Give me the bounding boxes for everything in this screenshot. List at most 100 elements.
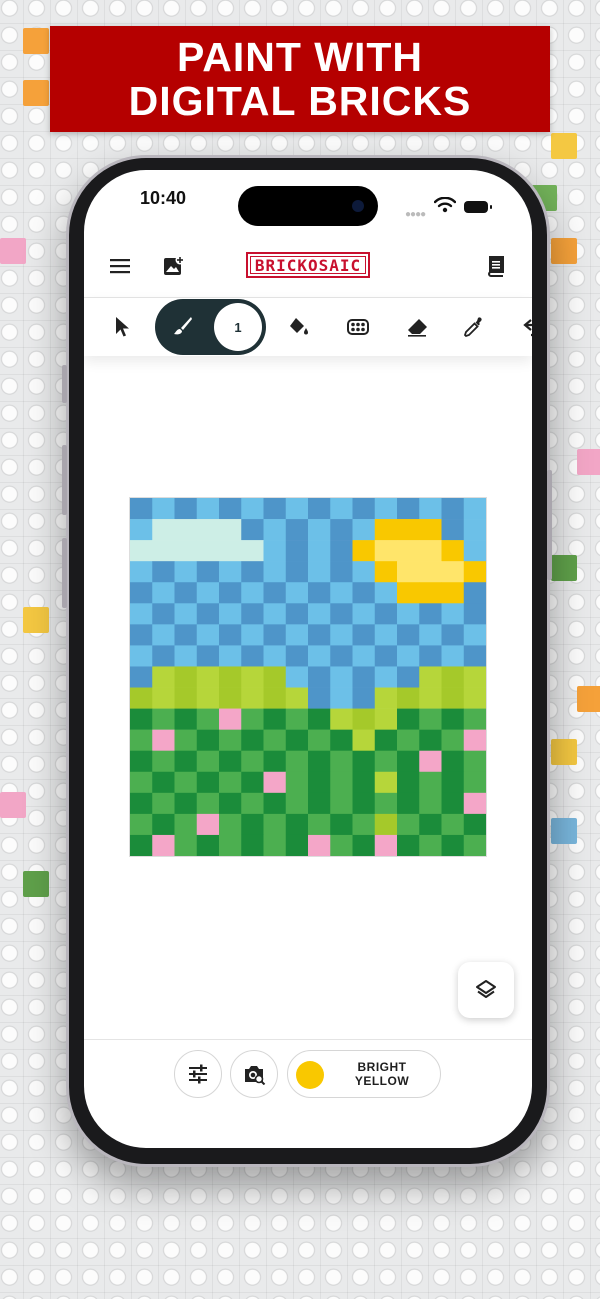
mosaic-cell[interactable] — [263, 561, 287, 583]
mosaic-cell[interactable] — [196, 687, 220, 709]
mosaic-cell[interactable] — [308, 603, 331, 625]
mosaic-cell[interactable] — [219, 729, 242, 752]
mosaic-cell[interactable] — [374, 687, 398, 709]
mosaic-cell[interactable] — [308, 624, 331, 646]
mosaic-cell[interactable] — [397, 687, 420, 709]
mosaic-cell[interactable] — [419, 666, 442, 688]
mosaic-cell[interactable] — [174, 750, 198, 773]
mosaic-cell[interactable] — [196, 603, 220, 625]
menu-button[interactable] — [104, 250, 136, 282]
mosaic-cell[interactable] — [241, 498, 264, 520]
mosaic-cell[interactable] — [330, 687, 353, 709]
mosaic-cell[interactable] — [196, 729, 220, 752]
eyedropper-tool[interactable] — [454, 298, 494, 356]
mosaic-cell[interactable] — [152, 582, 175, 604]
mosaic-cell[interactable] — [241, 624, 264, 646]
mosaic-cell[interactable] — [285, 561, 309, 583]
mosaic-cell[interactable] — [152, 708, 175, 730]
mosaic-cell[interactable] — [130, 645, 153, 667]
mosaic-cell[interactable] — [263, 498, 287, 520]
mosaic-cell[interactable] — [285, 750, 309, 773]
mosaic-cell[interactable] — [196, 519, 220, 541]
mosaic-cell[interactable] — [397, 771, 420, 794]
mosaic-cell[interactable] — [130, 582, 153, 604]
mosaic-cell[interactable] — [263, 729, 287, 752]
mosaic-cell[interactable] — [352, 624, 376, 646]
mosaic-cell[interactable] — [196, 561, 220, 583]
mosaic-cell[interactable] — [374, 498, 398, 520]
mosaic-cell[interactable] — [263, 708, 287, 730]
mosaic-cell[interactable] — [219, 540, 242, 562]
mosaic-cell[interactable] — [285, 729, 309, 752]
mosaic-cell[interactable] — [152, 750, 175, 773]
mosaic-cell[interactable] — [308, 792, 331, 815]
mosaic-cell[interactable] — [419, 792, 442, 815]
mosaic-cell[interactable] — [241, 834, 264, 856]
mosaic-cell[interactable] — [219, 603, 242, 625]
mosaic-cell[interactable] — [441, 687, 465, 709]
mosaic-cell[interactable] — [285, 708, 309, 730]
mosaic-cell[interactable] — [219, 687, 242, 709]
mosaic-cell[interactable] — [196, 645, 220, 667]
mosaic-cell[interactable] — [130, 603, 153, 625]
texture-tool[interactable] — [338, 298, 378, 356]
mosaic-cell[interactable] — [219, 624, 242, 646]
mosaic-cell[interactable] — [263, 750, 287, 773]
mosaic-cell[interactable] — [419, 519, 442, 541]
mosaic-cell[interactable] — [397, 624, 420, 646]
mosaic-cell[interactable] — [308, 519, 331, 541]
mosaic-cell[interactable] — [174, 603, 198, 625]
mosaic-cell[interactable] — [130, 834, 153, 856]
mosaic-cell[interactable] — [441, 792, 465, 815]
mosaic-cell[interactable] — [397, 792, 420, 815]
mosaic-cell[interactable] — [374, 834, 398, 856]
mosaic-cell[interactable] — [219, 645, 242, 667]
mosaic-cell[interactable] — [196, 624, 220, 646]
mosaic-cell[interactable] — [241, 582, 264, 604]
mosaic-cell[interactable] — [352, 834, 376, 856]
mosaic-cell[interactable] — [419, 729, 442, 752]
mosaic-cell[interactable] — [130, 771, 153, 794]
mosaic-cell[interactable] — [219, 666, 242, 688]
undo-tool[interactable] — [514, 298, 532, 356]
mosaic-cell[interactable] — [352, 561, 376, 583]
mosaic-cell[interactable] — [174, 666, 198, 688]
mosaic-cell[interactable] — [463, 792, 487, 815]
mosaic-cell[interactable] — [152, 792, 175, 815]
mosaic-cell[interactable] — [374, 561, 398, 583]
mosaic-cell[interactable] — [352, 687, 376, 709]
mosaic-cell[interactable] — [285, 498, 309, 520]
mosaic-cell[interactable] — [285, 540, 309, 562]
mosaic-cell[interactable] — [308, 750, 331, 773]
mosaic-cell[interactable] — [263, 813, 287, 836]
mosaic-cell[interactable] — [419, 498, 442, 520]
mosaic-cell[interactable] — [374, 624, 398, 646]
mosaic-cell[interactable] — [174, 687, 198, 709]
mosaic-cell[interactable] — [374, 708, 398, 730]
mosaic-cell[interactable] — [397, 519, 420, 541]
brush-tool[interactable] — [163, 298, 203, 354]
mosaic-cell[interactable] — [219, 519, 242, 541]
mosaic-cell[interactable] — [463, 729, 487, 752]
mosaic-cell[interactable] — [219, 582, 242, 604]
mosaic-cell[interactable] — [196, 708, 220, 730]
mosaic-cell[interactable] — [152, 687, 175, 709]
mosaic-cell[interactable] — [241, 645, 264, 667]
mosaic-canvas[interactable] — [129, 497, 487, 857]
mosaic-cell[interactable] — [397, 540, 420, 562]
mosaic-cell[interactable] — [330, 519, 353, 541]
mosaic-cell[interactable] — [130, 540, 153, 562]
mosaic-cell[interactable] — [219, 834, 242, 856]
mosaic-cell[interactable] — [174, 498, 198, 520]
mosaic-cell[interactable] — [441, 729, 465, 752]
mosaic-cell[interactable] — [308, 771, 331, 794]
mosaic-cell[interactable] — [174, 645, 198, 667]
mosaic-cell[interactable] — [308, 813, 331, 836]
mosaic-cell[interactable] — [330, 561, 353, 583]
mosaic-cell[interactable] — [352, 708, 376, 730]
mosaic-cell[interactable] — [241, 540, 264, 562]
mosaic-cell[interactable] — [308, 687, 331, 709]
mosaic-cell[interactable] — [241, 561, 264, 583]
brush-size-button[interactable]: 1 — [214, 303, 262, 351]
mosaic-cell[interactable] — [441, 645, 465, 667]
